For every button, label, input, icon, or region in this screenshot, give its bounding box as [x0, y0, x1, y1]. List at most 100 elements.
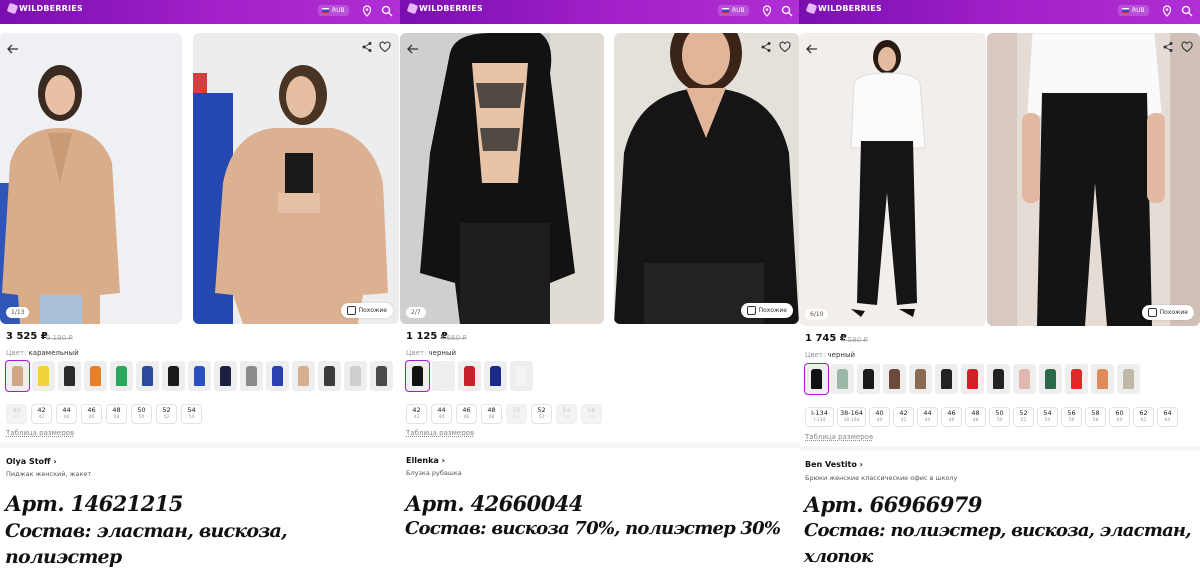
color-swatch[interactable] [804, 363, 829, 395]
color-swatch[interactable] [84, 361, 107, 391]
product-photo-main[interactable]: 2/7 [400, 33, 604, 324]
color-swatch[interactable] [240, 361, 263, 391]
color-swatch[interactable] [857, 364, 880, 394]
brand-link[interactable]: Ben Vestito › [805, 460, 863, 469]
similar-button[interactable]: Похожие [740, 303, 793, 318]
color-swatch[interactable] [935, 364, 958, 394]
size-option[interactable]: 42 42 [406, 404, 427, 424]
size-option[interactable]: 44 44 [431, 404, 452, 424]
size-option[interactable]: 56 56 [581, 404, 602, 424]
size-table-link[interactable]: Таблица размеров [6, 429, 74, 437]
size-option[interactable]: 46 46 [456, 404, 477, 424]
similar-button[interactable]: Похожие [1141, 305, 1194, 320]
share-icon[interactable] [1162, 41, 1174, 53]
color-swatch[interactable] [5, 360, 30, 392]
color-swatch[interactable] [987, 364, 1010, 394]
similar-button[interactable]: Похожие [340, 303, 393, 318]
size-option[interactable]: 50 50 [131, 404, 152, 424]
brand-link[interactable]: Ellenka › [406, 456, 445, 465]
product-photo-main[interactable]: 1/13 [0, 33, 182, 324]
color-swatch[interactable] [458, 361, 481, 391]
color-swatch[interactable] [344, 361, 367, 391]
size-option[interactable]: 58 58 [1085, 407, 1106, 427]
product-photo-secondary[interactable]: Похожие [614, 33, 799, 324]
color-swatch[interactable] [1013, 364, 1036, 394]
search-icon[interactable] [781, 5, 793, 17]
back-arrow-icon[interactable] [406, 42, 420, 56]
size-option[interactable]: 48 48 [106, 404, 127, 424]
color-swatch[interactable] [1065, 364, 1088, 394]
size-option[interactable]: 60 60 [1109, 407, 1130, 427]
size-option[interactable]: 42 42 [893, 407, 914, 427]
size-option[interactable]: 54 54 [181, 404, 202, 424]
color-swatch[interactable] [318, 361, 341, 391]
location-pin-icon[interactable] [361, 5, 373, 17]
product-gallery[interactable]: 2/7 Похожие [400, 33, 800, 325]
color-swatch[interactable] [266, 361, 289, 391]
size-option[interactable]: 42 42 [31, 404, 52, 424]
color-swatch[interactable] [1117, 364, 1140, 394]
size-option[interactable]: 62 62 [1133, 407, 1154, 427]
search-icon[interactable] [381, 5, 393, 17]
size-option[interactable]: I-134 I-134 [805, 407, 834, 427]
color-swatch[interactable] [136, 361, 159, 391]
favorite-heart-icon[interactable] [779, 41, 791, 53]
size-option[interactable]: 50 50 [989, 407, 1010, 427]
size-option[interactable]: 44 44 [917, 407, 938, 427]
location-pin-icon[interactable] [761, 5, 773, 17]
size-option[interactable]: 46 46 [81, 404, 102, 424]
currency-selector[interactable]: RUB [1118, 5, 1149, 16]
currency-selector[interactable]: RUB [718, 5, 749, 16]
color-swatch[interactable] [58, 361, 81, 391]
color-swatch[interactable] [432, 361, 455, 391]
share-icon[interactable] [760, 41, 772, 53]
color-swatch[interactable] [214, 361, 237, 391]
size-option[interactable]: 54 54 [556, 404, 577, 424]
size-table-link[interactable]: Таблица размеров [805, 433, 873, 441]
color-swatch[interactable] [188, 361, 211, 391]
favorite-heart-icon[interactable] [379, 41, 391, 53]
color-swatch[interactable] [484, 361, 507, 391]
color-swatch[interactable] [162, 361, 185, 391]
color-swatch[interactable] [883, 364, 906, 394]
size-option[interactable]: 40 40 [869, 407, 890, 427]
share-icon[interactable] [361, 41, 373, 53]
size-option[interactable]: 56 56 [1061, 407, 1082, 427]
size-option[interactable]: 48 48 [965, 407, 986, 427]
size-option[interactable]: 52 52 [1013, 407, 1034, 427]
color-swatch[interactable] [405, 360, 430, 392]
logo[interactable]: WILDBERRIES [6, 2, 83, 15]
back-arrow-icon[interactable] [6, 42, 20, 56]
size-option[interactable]: 48 48 [481, 404, 502, 424]
product-photo-secondary[interactable]: Похожие [193, 33, 399, 324]
product-gallery[interactable]: 6/10 Похожие [799, 33, 1200, 326]
back-arrow-icon[interactable] [805, 42, 819, 56]
color-swatch[interactable] [370, 361, 393, 391]
size-option[interactable]: 54 54 [1037, 407, 1058, 427]
color-swatch[interactable] [292, 361, 315, 391]
color-swatch[interactable] [1039, 364, 1062, 394]
color-swatch[interactable] [909, 364, 932, 394]
favorite-heart-icon[interactable] [1181, 41, 1193, 53]
color-swatch[interactable] [110, 361, 133, 391]
product-photo-main[interactable]: 6/10 [799, 33, 986, 326]
product-gallery[interactable]: 1/13 Похожие [0, 33, 400, 325]
size-table-link[interactable]: Таблица размеров [406, 429, 474, 437]
color-swatch[interactable] [831, 364, 854, 394]
logo[interactable]: WILDBERRIES [805, 2, 882, 15]
size-option[interactable]: 52 52 [156, 404, 177, 424]
search-icon[interactable] [1181, 5, 1193, 17]
color-swatch[interactable] [510, 361, 533, 391]
color-swatch[interactable] [961, 364, 984, 394]
size-option[interactable]: 52 52 [531, 404, 552, 424]
size-option[interactable]: 50 50 [506, 404, 527, 424]
brand-link[interactable]: Olya Stoff › [6, 457, 57, 466]
color-swatch[interactable] [1091, 364, 1114, 394]
product-photo-secondary[interactable]: Похожие [987, 33, 1200, 326]
color-swatch[interactable] [32, 361, 55, 391]
size-option[interactable]: 64 64 [1157, 407, 1178, 427]
size-option[interactable]: 44 44 [56, 404, 77, 424]
size-option[interactable]: 46 46 [941, 407, 962, 427]
currency-selector[interactable]: RUB [318, 5, 349, 16]
logo[interactable]: WILDBERRIES [406, 2, 483, 15]
